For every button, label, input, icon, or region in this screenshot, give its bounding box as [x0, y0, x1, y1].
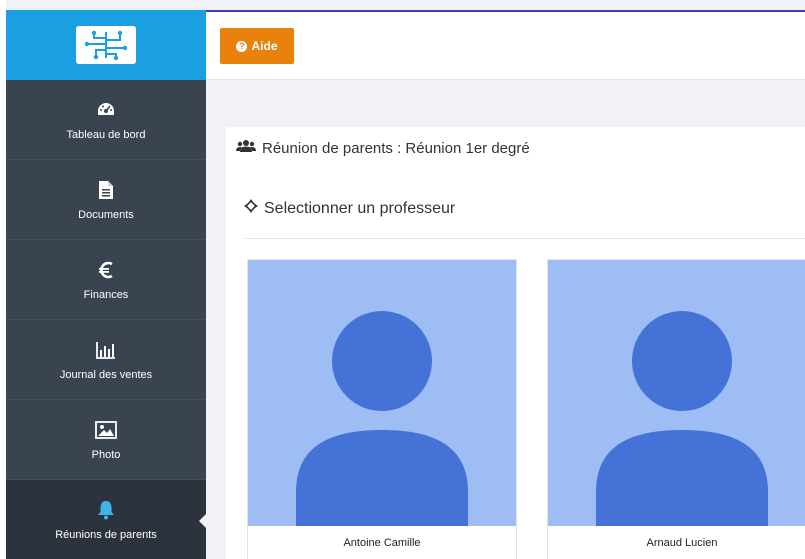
avatar-placeholder-icon — [296, 311, 468, 526]
sidebar-item-photo[interactable]: Photo — [6, 400, 206, 480]
divider — [244, 238, 805, 239]
sidebar-item-label: Photo — [91, 448, 121, 461]
bell-icon — [95, 499, 117, 521]
sidebar-item-label: Tableau de bord — [66, 128, 146, 141]
section-title-text: Selectionner un professeur — [264, 199, 456, 217]
sidebar-item-reunions-de-parents[interactable]: Réunions de parents — [6, 480, 206, 559]
section-title: Selectionner un professeur — [244, 199, 455, 218]
teacher-name: Arnaud Lucien — [548, 526, 805, 559]
teacher-card[interactable]: Antoine Camille — [247, 259, 517, 559]
sidebar-item-tableau-de-bord[interactable]: Tableau de bord — [6, 80, 206, 160]
image-icon — [95, 419, 117, 441]
sidebar-item-finances[interactable]: Finances — [6, 240, 206, 320]
app-logo — [76, 26, 136, 64]
top-border — [206, 10, 805, 12]
meeting-panel: Réunion de parents : Réunion 1er degré S… — [226, 127, 805, 559]
euro-icon — [95, 259, 117, 281]
users-icon — [236, 139, 256, 157]
teacher-card[interactable]: Arnaud Lucien — [547, 259, 805, 559]
sidebar-item-journal-des-ventes[interactable]: Journal des ventes — [6, 320, 206, 400]
dashboard-icon — [95, 99, 117, 121]
help-button-label: Aide — [251, 39, 278, 53]
bar-chart-icon — [95, 339, 117, 361]
sidebar-item-label: Documents — [78, 208, 134, 221]
avatar — [248, 260, 516, 526]
sidebar-item-label: Réunions de parents — [55, 528, 157, 541]
page-title: Réunion de parents : Réunion 1er degré — [236, 139, 530, 157]
sidebar-item-label: Finances — [83, 288, 129, 301]
sidebar-item-documents[interactable]: Documents — [6, 160, 206, 240]
avatar — [548, 260, 805, 526]
sidebar-item-label: Journal des ventes — [59, 368, 153, 381]
help-button[interactable]: ? Aide — [220, 28, 294, 64]
logo-bar[interactable] — [6, 10, 206, 80]
avatar-placeholder-icon — [596, 311, 768, 526]
app-frame: Tableau de bord Documents Finances Journ… — [0, 0, 805, 559]
top-bar: ? Aide — [206, 10, 805, 80]
document-icon — [95, 179, 117, 201]
page-title-text: Réunion de parents : Réunion 1er degré — [262, 139, 530, 157]
question-circle-icon: ? — [236, 40, 248, 52]
crosshair-icon — [244, 199, 258, 218]
sidebar: Tableau de bord Documents Finances Journ… — [6, 10, 206, 559]
teacher-name: Antoine Camille — [248, 526, 516, 559]
